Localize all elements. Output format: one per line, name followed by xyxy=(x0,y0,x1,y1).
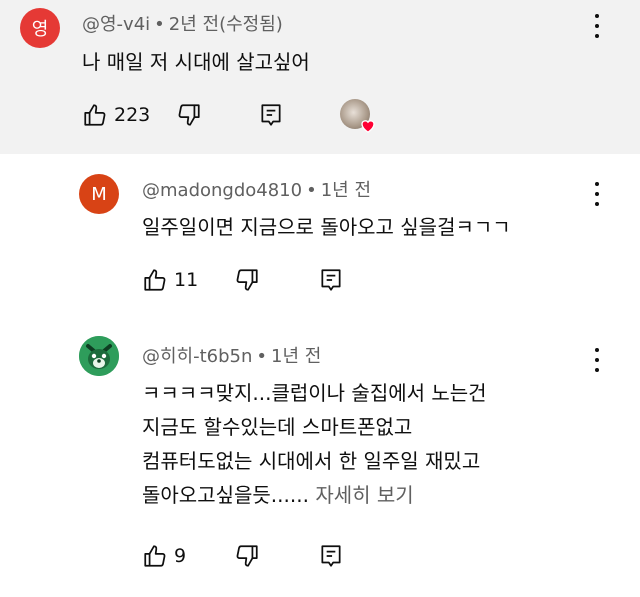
comment-text: 일주일이면 지금으로 돌아오고 싶을걸ㅋㄱㄱ xyxy=(142,210,511,244)
comment-meta: @히히-t6b5n • 1년 전 xyxy=(142,346,322,367)
avatar[interactable] xyxy=(79,336,119,376)
comment-actions: 223 xyxy=(82,99,382,133)
comment-text: ㅋㅋㅋㅋ맞지...클럽이나 술집에서 노는건 지금도 할수있는데 스마트폰없고 … xyxy=(142,376,487,512)
author-handle[interactable]: @madongdo4810 xyxy=(142,180,302,201)
avatar-letter: 영 xyxy=(31,19,49,40)
comment-actions: 9 xyxy=(142,540,402,572)
comment-line: 돌아오고싶을듯...... 자세히 보기 xyxy=(142,478,487,512)
comment-thread-3: @히히-t6b5n • 1년 전 ㅋㅋㅋㅋ맞지...클럽이나 술집에서 노는건 지금… xyxy=(0,314,640,597)
reply-icon xyxy=(261,104,281,126)
avatar-letter: M xyxy=(91,183,107,205)
like-count: 9 xyxy=(174,545,187,567)
dog-avatar-icon xyxy=(79,336,119,376)
author-handle[interactable]: @히히-t6b5n xyxy=(142,346,252,367)
comment-meta: @영-v4i • 2년 전(수정됨) xyxy=(82,14,283,35)
thumbs-up-icon xyxy=(84,104,106,126)
comment-time: 1년 전 xyxy=(271,346,322,367)
thumbs-up-icon xyxy=(144,545,166,567)
dislike-button[interactable] xyxy=(234,540,260,572)
comment-actions: 11 xyxy=(142,264,402,296)
comment-menu-button[interactable] xyxy=(592,348,602,372)
like-button[interactable]: 223 xyxy=(82,99,150,131)
dislike-button[interactable] xyxy=(234,264,260,296)
comment-line-text: 돌아오고싶을듯...... xyxy=(142,483,309,507)
reply-button[interactable] xyxy=(258,99,284,131)
comment-time: 2년 전(수정됨) xyxy=(168,14,283,35)
comment-line: 일주일이면 지금으로 돌아오고 싶을걸ㅋㄱㄱ xyxy=(142,215,511,239)
reply-icon xyxy=(321,269,341,291)
reply-icon xyxy=(321,545,341,567)
comment-menu-button[interactable] xyxy=(592,14,602,38)
avatar[interactable]: M xyxy=(79,174,119,214)
thumbs-down-icon xyxy=(178,104,200,126)
dislike-button[interactable] xyxy=(176,99,202,131)
reply-button[interactable] xyxy=(318,264,344,296)
comment-line: 지금도 할수있는데 스마트폰없고 xyxy=(142,415,413,439)
comment-thread-1: 영 @영-v4i • 2년 전(수정됨) 나 매일 저 시대에 살고싶어 223 xyxy=(0,0,640,154)
creator-heart-avatar xyxy=(340,99,375,133)
comment-line: 나 매일 저 시대에 살고싶어 xyxy=(82,50,310,74)
thumbs-down-icon xyxy=(236,269,258,291)
comment-time: 1년 전 xyxy=(320,180,372,201)
like-button[interactable]: 11 xyxy=(142,264,198,296)
reply-button[interactable] xyxy=(318,540,344,572)
comment-thread-2: M @madongdo4810 • 1년 전 일주일이면 지금으로 돌아오고 싶을걸… xyxy=(0,154,640,314)
thumbs-down-icon xyxy=(236,545,258,567)
thumbs-up-icon xyxy=(144,269,166,291)
author-handle[interactable]: @영-v4i xyxy=(82,14,150,35)
comment-meta: @madongdo4810 • 1년 전 xyxy=(142,180,372,201)
comment-line: ㅋㅋㅋㅋ맞지...클럽이나 술집에서 노는건 xyxy=(142,381,487,405)
like-button[interactable]: 9 xyxy=(142,540,186,572)
heart-icon xyxy=(361,120,375,133)
comment-menu-button[interactable] xyxy=(592,182,602,206)
comment-text: 나 매일 저 시대에 살고싶어 xyxy=(82,45,310,79)
read-more-link[interactable]: 자세히 보기 xyxy=(315,483,413,507)
comment-line: 컴퓨터도없는 시대에서 한 일주일 재밌고 xyxy=(142,449,481,473)
avatar[interactable]: 영 xyxy=(20,8,60,48)
like-count: 223 xyxy=(114,104,151,126)
like-count: 11 xyxy=(174,269,199,291)
